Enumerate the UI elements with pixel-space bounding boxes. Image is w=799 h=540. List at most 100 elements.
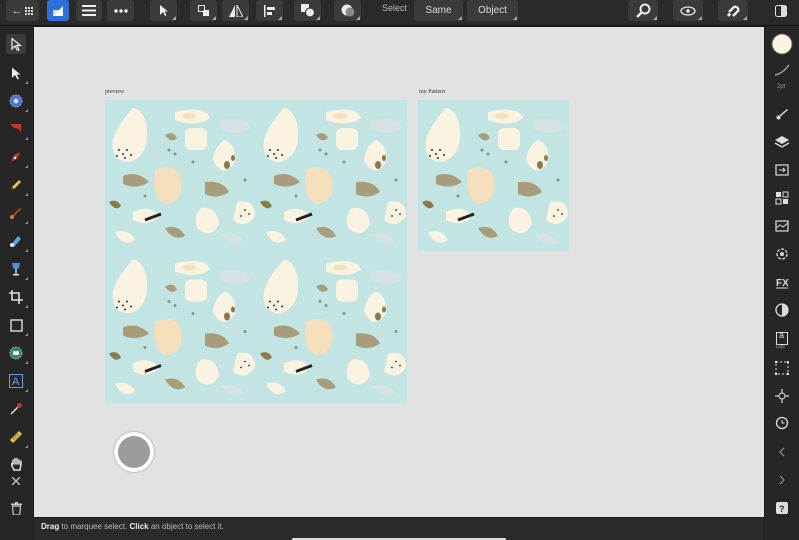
fx-icon: FX <box>776 278 789 289</box>
place-image-icon <box>9 346 23 360</box>
layers-panel-button[interactable] <box>772 132 792 152</box>
svg-text:?: ? <box>779 504 785 514</box>
pen-nib-icon <box>11 152 20 162</box>
corner-icon <box>10 124 21 135</box>
select-same-button[interactable]: Same <box>414 0 463 21</box>
pattern-artboard-label: my Pattern <box>419 89 446 95</box>
adjustment-icon <box>775 303 789 317</box>
assets-icon <box>775 191 789 205</box>
select-object-button[interactable]: Object <box>467 0 518 21</box>
rectangle-tool[interactable] <box>6 315 28 336</box>
brushes-panel-button[interactable] <box>772 104 792 124</box>
undo-button[interactable] <box>772 442 792 462</box>
history-clock-icon <box>775 416 789 430</box>
view-zoom-button[interactable] <box>628 0 658 21</box>
flip-button[interactable] <box>222 0 249 21</box>
chevron-left-icon <box>779 447 785 457</box>
node-tool[interactable] <box>6 63 28 84</box>
stroke-panel-button[interactable] <box>772 60 792 80</box>
svg-text:FX: FX <box>776 278 789 289</box>
pear-pattern-tile <box>418 100 569 251</box>
tools-panel: A <box>0 26 33 540</box>
constraints-panel-button[interactable] <box>772 358 792 378</box>
hamburger-icon <box>82 5 96 16</box>
redo-button[interactable] <box>772 470 792 490</box>
selection-options-button[interactable] <box>150 0 177 21</box>
status-bar: Drag to marquee select. Click an object … <box>34 518 764 540</box>
grid-dots-icon <box>775 361 789 375</box>
assets-panel-button[interactable] <box>772 188 792 208</box>
crop-tool[interactable] <box>6 287 28 308</box>
arrange-icon <box>197 4 209 16</box>
snapping-joystick[interactable] <box>114 432 154 472</box>
effects-panel-button[interactable] <box>772 160 792 180</box>
color-swatch[interactable] <box>771 33 793 55</box>
swatches-panel-button[interactable] <box>772 216 792 236</box>
history-panel-button[interactable] <box>772 413 792 433</box>
canvas[interactable]: preview my Pattern <box>34 27 764 517</box>
cog-shape-icon <box>9 94 23 108</box>
text-style-size: 12pt <box>775 344 785 350</box>
boolean-icon <box>300 4 315 17</box>
color-picker-tool[interactable] <box>6 399 26 419</box>
pencil-tool[interactable] <box>6 175 28 196</box>
delete-button[interactable] <box>6 498 26 518</box>
menu-button[interactable] <box>76 0 102 21</box>
magnet-icon <box>726 5 740 17</box>
close-icon <box>12 477 20 485</box>
text-frame-icon: A <box>9 374 23 388</box>
boolean-button[interactable] <box>294 0 321 21</box>
close-tools-button[interactable] <box>6 471 26 491</box>
place-image-tool[interactable] <box>6 343 28 364</box>
text-style-letter: a <box>779 330 785 340</box>
fill-tool[interactable] <box>6 231 28 252</box>
studio-toggle-button[interactable] <box>771 0 791 21</box>
pattern-artboard[interactable] <box>418 100 569 251</box>
vector-brush-tool[interactable] <box>6 203 28 224</box>
align-button[interactable] <box>256 0 283 21</box>
eye-rotate-icon <box>680 5 696 16</box>
studio-panel-icon <box>775 4 787 17</box>
back-button[interactable]: ← <box>6 0 39 21</box>
flip-icon <box>228 4 243 17</box>
more-dots-icon <box>113 8 128 13</box>
wine-glass-icon <box>12 263 20 276</box>
fx-panel-button[interactable]: FX <box>772 272 792 292</box>
designer-persona-icon <box>53 5 63 16</box>
pear-pattern-preview <box>105 100 407 403</box>
brush-icon <box>776 109 788 120</box>
shape-tool[interactable] <box>6 91 28 112</box>
ruler-icon <box>10 431 22 443</box>
swatches-icon <box>775 220 789 232</box>
designer-persona-button[interactable] <box>47 0 69 21</box>
gradient-fill-icon <box>10 236 21 247</box>
navigator-icon <box>775 389 789 403</box>
rectangle-icon <box>9 318 23 332</box>
chevron-right-icon <box>779 475 785 485</box>
text-tool[interactable]: A <box>6 371 28 392</box>
view-mode-button[interactable] <box>673 0 703 21</box>
magnifier-icon <box>635 3 650 18</box>
navigator-panel-button[interactable] <box>772 386 792 406</box>
preview-artboard-label: preview <box>105 89 125 95</box>
fill-swatch-icon <box>771 33 793 55</box>
styles-panel-button[interactable] <box>772 244 792 264</box>
grid-icon <box>24 6 33 15</box>
corner-tool[interactable] <box>6 119 28 140</box>
pencil-icon <box>11 180 21 190</box>
arrange-button[interactable] <box>190 0 217 21</box>
svg-text:A: A <box>12 376 20 388</box>
trash-icon <box>10 501 22 515</box>
help-button[interactable]: ? <box>772 498 792 518</box>
transparency-tool[interactable] <box>6 259 28 280</box>
more-button[interactable] <box>107 0 134 21</box>
snapping-button[interactable] <box>718 0 748 21</box>
measure-tool[interactable] <box>6 427 28 448</box>
top-toolbar: ← Select Same Object <box>0 0 799 26</box>
styles-icon <box>776 248 788 260</box>
preview-artboard[interactable] <box>105 100 407 403</box>
move-tool[interactable] <box>6 34 26 54</box>
pen-tool[interactable] <box>6 147 28 168</box>
adjustments-panel-button[interactable] <box>772 300 792 320</box>
geometry-button[interactable] <box>334 0 361 21</box>
